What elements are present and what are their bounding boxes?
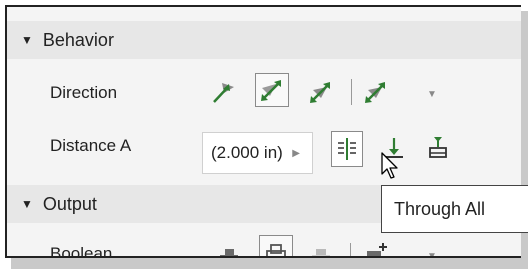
collapse-triangle-icon: ▼	[21, 33, 33, 47]
direction-label: Direction	[50, 83, 118, 102]
direction-asymmetric-icon[interactable]	[359, 75, 393, 109]
join-icon[interactable]	[212, 239, 246, 256]
behavior-section-header[interactable]: ▼ Behavior	[7, 21, 521, 59]
toolbar-separator	[351, 79, 352, 105]
mouse-cursor-icon	[381, 152, 401, 185]
direction-default-icon[interactable]	[207, 75, 241, 109]
section-title: Output	[42, 193, 97, 214]
direction-symmetric-icon[interactable]	[304, 75, 338, 109]
tooltip-text: Through All	[394, 198, 486, 219]
distance-a-value: (2.000 in)	[211, 143, 283, 162]
section-title: Behavior	[42, 29, 114, 50]
between-icon[interactable]	[421, 131, 455, 165]
panel-shadow	[11, 258, 528, 269]
distance-a-label: Distance A	[50, 136, 132, 155]
distance-a-input[interactable]: (2.000 in) ▶	[202, 132, 313, 174]
cut-icon[interactable]	[259, 235, 293, 256]
intersect-icon[interactable]	[304, 239, 338, 256]
tooltip: Through All	[381, 185, 528, 233]
new-solid-icon[interactable]	[359, 237, 393, 256]
value-arrow-icon[interactable]: ▶	[292, 148, 300, 159]
direction-dropdown-icon[interactable]: ▼	[427, 89, 437, 100]
boolean-label: Boolean	[50, 244, 113, 258]
toolbar-separator	[350, 243, 351, 256]
collapse-triangle-icon: ▼	[21, 197, 33, 211]
through-all-icon[interactable]	[331, 131, 363, 167]
direction-flipped-icon[interactable]	[255, 73, 289, 107]
boolean-dropdown-icon[interactable]: ▼	[427, 251, 437, 256]
